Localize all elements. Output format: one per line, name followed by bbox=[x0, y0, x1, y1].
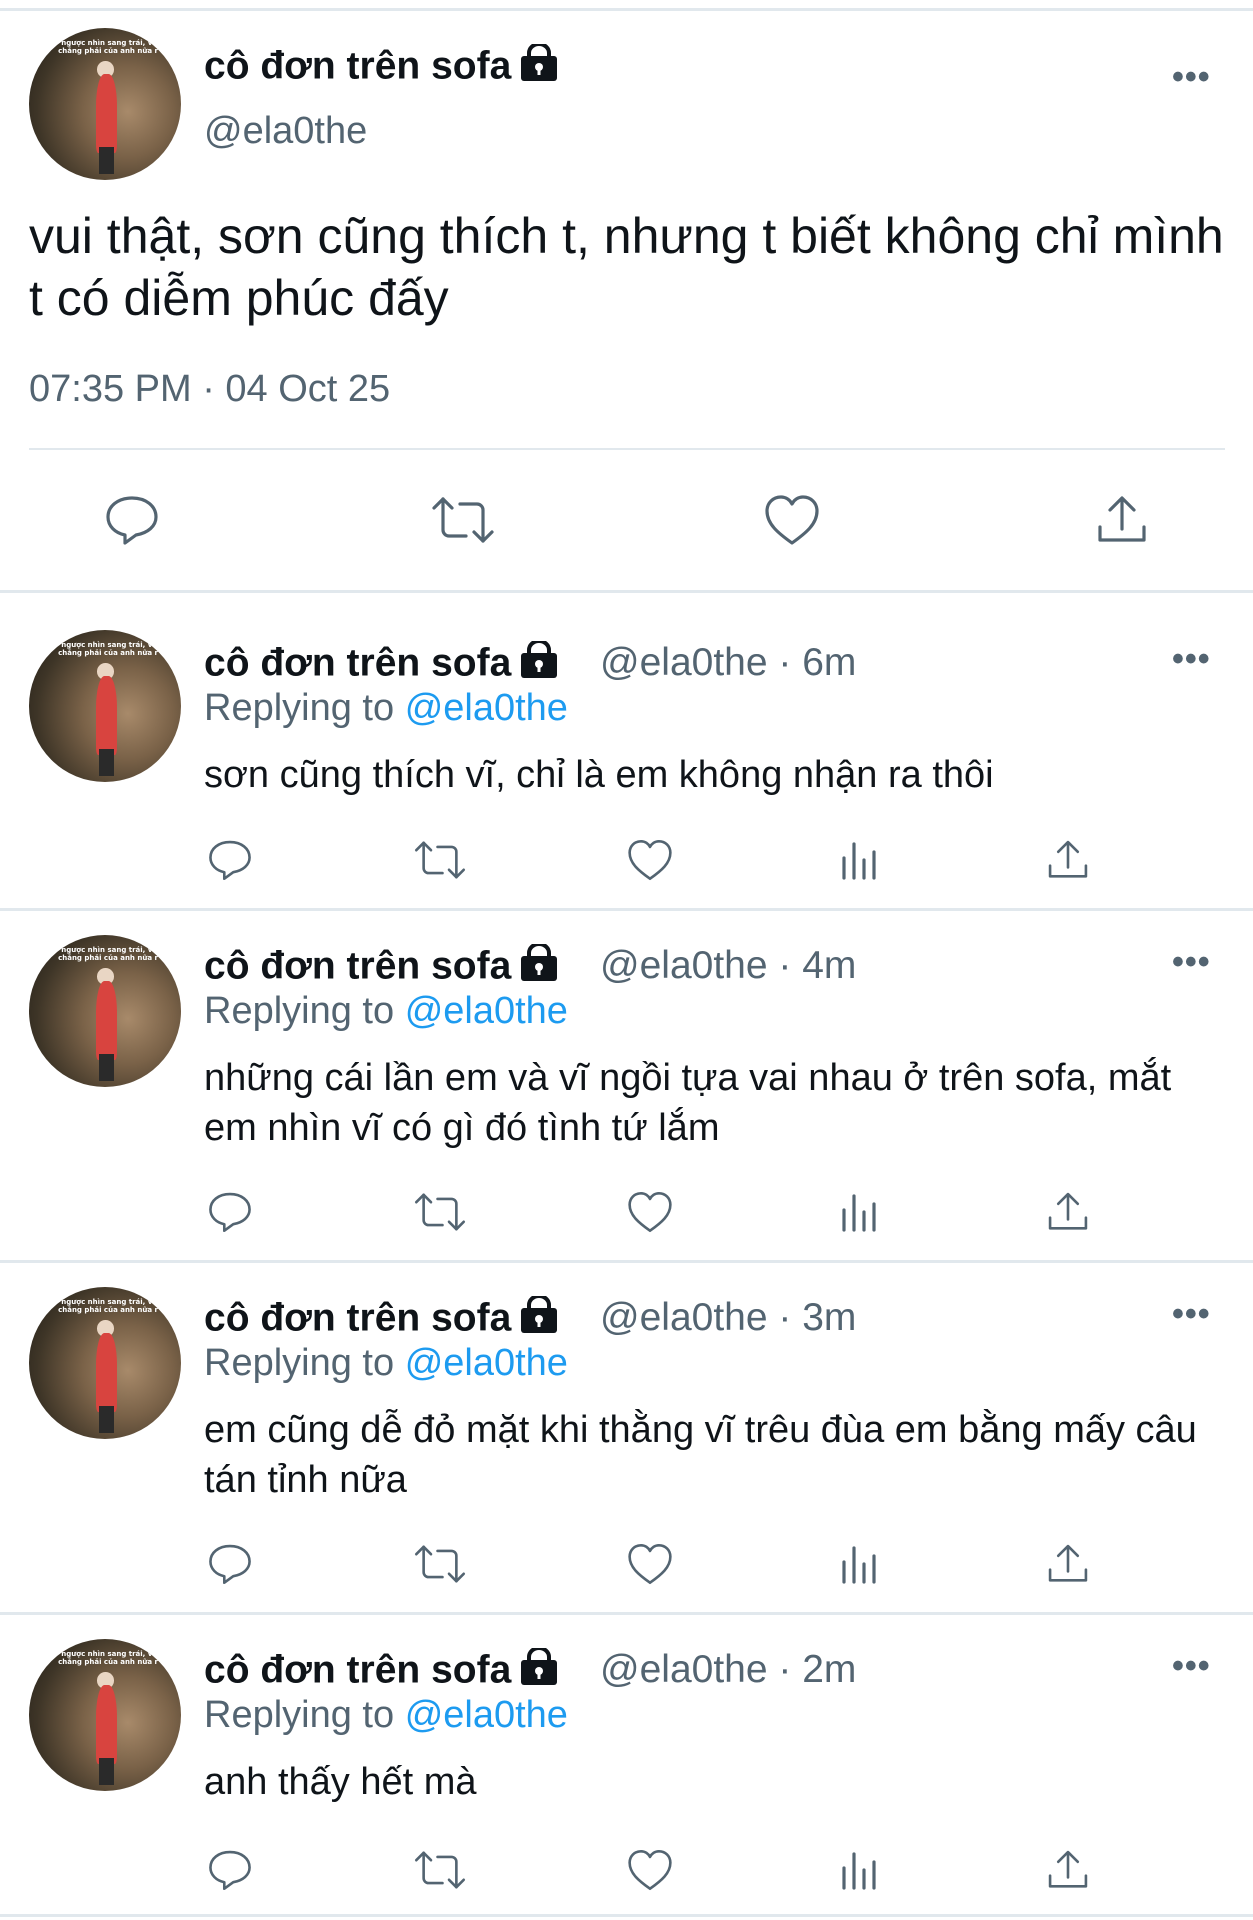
lock-icon bbox=[519, 639, 559, 689]
reply-button[interactable] bbox=[204, 1186, 256, 1238]
avatar-caption: ngược nhìn sang trái, vì chẳng phải của … bbox=[58, 38, 158, 55]
like-icon bbox=[628, 839, 672, 881]
like-button[interactable] bbox=[624, 1186, 676, 1238]
share-icon bbox=[1048, 1192, 1088, 1230]
retweet-button[interactable] bbox=[410, 1186, 470, 1238]
analytics-button[interactable] bbox=[834, 1844, 886, 1896]
section-divider bbox=[0, 1260, 1253, 1263]
retweet-button[interactable] bbox=[428, 490, 498, 550]
retweet-icon bbox=[414, 1545, 466, 1583]
reply-button[interactable] bbox=[204, 1538, 256, 1590]
like-button[interactable] bbox=[624, 834, 676, 886]
more-options-icon[interactable]: ••• bbox=[1172, 1647, 1211, 1686]
section-divider bbox=[0, 1914, 1253, 1917]
mention-link[interactable]: @ela0the bbox=[405, 687, 568, 729]
reply-button[interactable] bbox=[204, 834, 256, 886]
avatar[interactable]: ngược nhìn sang trái, vì chẳng phải của … bbox=[29, 28, 181, 180]
handle[interactable]: @ela0the bbox=[204, 110, 367, 153]
replying-to: Replying to @ela0the bbox=[204, 990, 568, 1032]
top-border bbox=[0, 0, 1253, 11]
share-button[interactable] bbox=[1042, 1844, 1094, 1896]
like-button[interactable] bbox=[760, 490, 824, 550]
avatar-caption: ngược nhìn sang trái, vì chẳng phải của … bbox=[58, 640, 158, 657]
handle-and-time[interactable]: @ela0the · 6m bbox=[600, 641, 856, 685]
analytics-icon bbox=[842, 1194, 876, 1232]
like-button[interactable] bbox=[624, 1844, 676, 1896]
section-divider bbox=[0, 908, 1253, 911]
reply-icon bbox=[106, 496, 158, 545]
avatar[interactable]: ngược nhìn sang trái, vì chẳng phải của … bbox=[29, 1287, 181, 1439]
display-name[interactable]: cô đơn trên sofa bbox=[204, 42, 559, 92]
more-options-icon[interactable]: ••• bbox=[1172, 58, 1211, 97]
share-icon bbox=[1048, 1850, 1088, 1888]
section-divider bbox=[0, 590, 1253, 593]
analytics-icon bbox=[842, 1546, 876, 1584]
handle-and-time[interactable]: @ela0the · 3m bbox=[600, 1296, 856, 1340]
reply-icon bbox=[209, 1850, 251, 1891]
avatar-caption: ngược nhìn sang trái, vì chẳng phải của … bbox=[58, 1649, 158, 1666]
reply-button[interactable] bbox=[204, 1844, 256, 1896]
analytics-button[interactable] bbox=[834, 1538, 886, 1590]
share-icon bbox=[1098, 496, 1146, 542]
display-name[interactable]: cô đơn trên sofa bbox=[204, 639, 559, 689]
section-divider bbox=[0, 1612, 1253, 1615]
share-icon bbox=[1048, 840, 1088, 878]
analytics-icon bbox=[842, 842, 876, 880]
lock-icon bbox=[519, 942, 559, 992]
share-button[interactable] bbox=[1090, 490, 1154, 550]
retweet-icon bbox=[414, 1193, 466, 1231]
share-icon bbox=[1048, 1544, 1088, 1582]
analytics-button[interactable] bbox=[834, 834, 886, 886]
more-options-icon[interactable]: ••• bbox=[1172, 640, 1211, 679]
avatar[interactable]: ngược nhìn sang trái, vì chẳng phải của … bbox=[29, 935, 181, 1087]
share-button[interactable] bbox=[1042, 1186, 1094, 1238]
avatar-caption: ngược nhìn sang trái, vì chẳng phải của … bbox=[58, 945, 158, 962]
mention-link[interactable]: @ela0the bbox=[405, 1694, 568, 1736]
retweet-icon bbox=[414, 841, 466, 879]
retweet-icon bbox=[432, 497, 494, 543]
like-button[interactable] bbox=[624, 1538, 676, 1590]
retweet-icon bbox=[414, 1851, 466, 1889]
avatar[interactable]: ngược nhìn sang trái, vì chẳng phải của … bbox=[29, 1639, 181, 1791]
reply-text: anh thấy hết mà bbox=[204, 1761, 477, 1803]
retweet-button[interactable] bbox=[410, 1538, 470, 1590]
reply-button[interactable] bbox=[100, 490, 164, 550]
divider bbox=[29, 448, 1225, 450]
reply-icon bbox=[209, 1192, 251, 1233]
avatar[interactable]: ngược nhìn sang trái, vì chẳng phải của … bbox=[29, 630, 181, 782]
mention-link[interactable]: @ela0the bbox=[405, 990, 568, 1032]
more-options-icon[interactable]: ••• bbox=[1172, 943, 1211, 982]
like-icon bbox=[628, 1849, 672, 1891]
share-button[interactable] bbox=[1042, 1538, 1094, 1590]
like-icon bbox=[765, 495, 819, 545]
mention-link[interactable]: @ela0the bbox=[405, 1342, 568, 1384]
lock-icon bbox=[519, 42, 559, 92]
tweet-text: vui thật, sơn cũng thích t, nhưng t biết… bbox=[29, 208, 1224, 326]
reply-icon bbox=[209, 840, 251, 881]
replying-to: Replying to @ela0the bbox=[204, 1694, 568, 1736]
handle-and-time[interactable]: @ela0the · 2m bbox=[600, 1648, 856, 1692]
display-name[interactable]: cô đơn trên sofa bbox=[204, 1646, 559, 1696]
reply-text: những cái lần em và vĩ ngồi tựa vai nhau… bbox=[204, 1057, 1172, 1149]
analytics-button[interactable] bbox=[834, 1186, 886, 1238]
replying-to: Replying to @ela0the bbox=[204, 1342, 568, 1384]
display-name[interactable]: cô đơn trên sofa bbox=[204, 1294, 559, 1344]
replying-to: Replying to @ela0the bbox=[204, 687, 568, 729]
retweet-button[interactable] bbox=[410, 1844, 470, 1896]
avatar-caption: ngược nhìn sang trái, vì chẳng phải của … bbox=[58, 1297, 158, 1314]
reply-text: em cũng dễ đỏ mặt khi thằng vĩ trêu đùa … bbox=[204, 1409, 1197, 1501]
display-name[interactable]: cô đơn trên sofa bbox=[204, 942, 559, 992]
lock-icon bbox=[519, 1294, 559, 1344]
share-button[interactable] bbox=[1042, 834, 1094, 886]
reply-icon bbox=[209, 1544, 251, 1585]
reply-text: sơn cũng thích vĩ, chỉ là em không nhận … bbox=[204, 754, 994, 796]
lock-icon bbox=[519, 1646, 559, 1696]
retweet-button[interactable] bbox=[410, 834, 470, 886]
handle-and-time[interactable]: @ela0the · 4m bbox=[600, 944, 856, 988]
timestamp[interactable]: 07:35 PM · 04 Oct 25 bbox=[29, 368, 390, 411]
like-icon bbox=[628, 1543, 672, 1585]
analytics-icon bbox=[842, 1852, 876, 1890]
like-icon bbox=[628, 1191, 672, 1233]
more-options-icon[interactable]: ••• bbox=[1172, 1295, 1211, 1334]
